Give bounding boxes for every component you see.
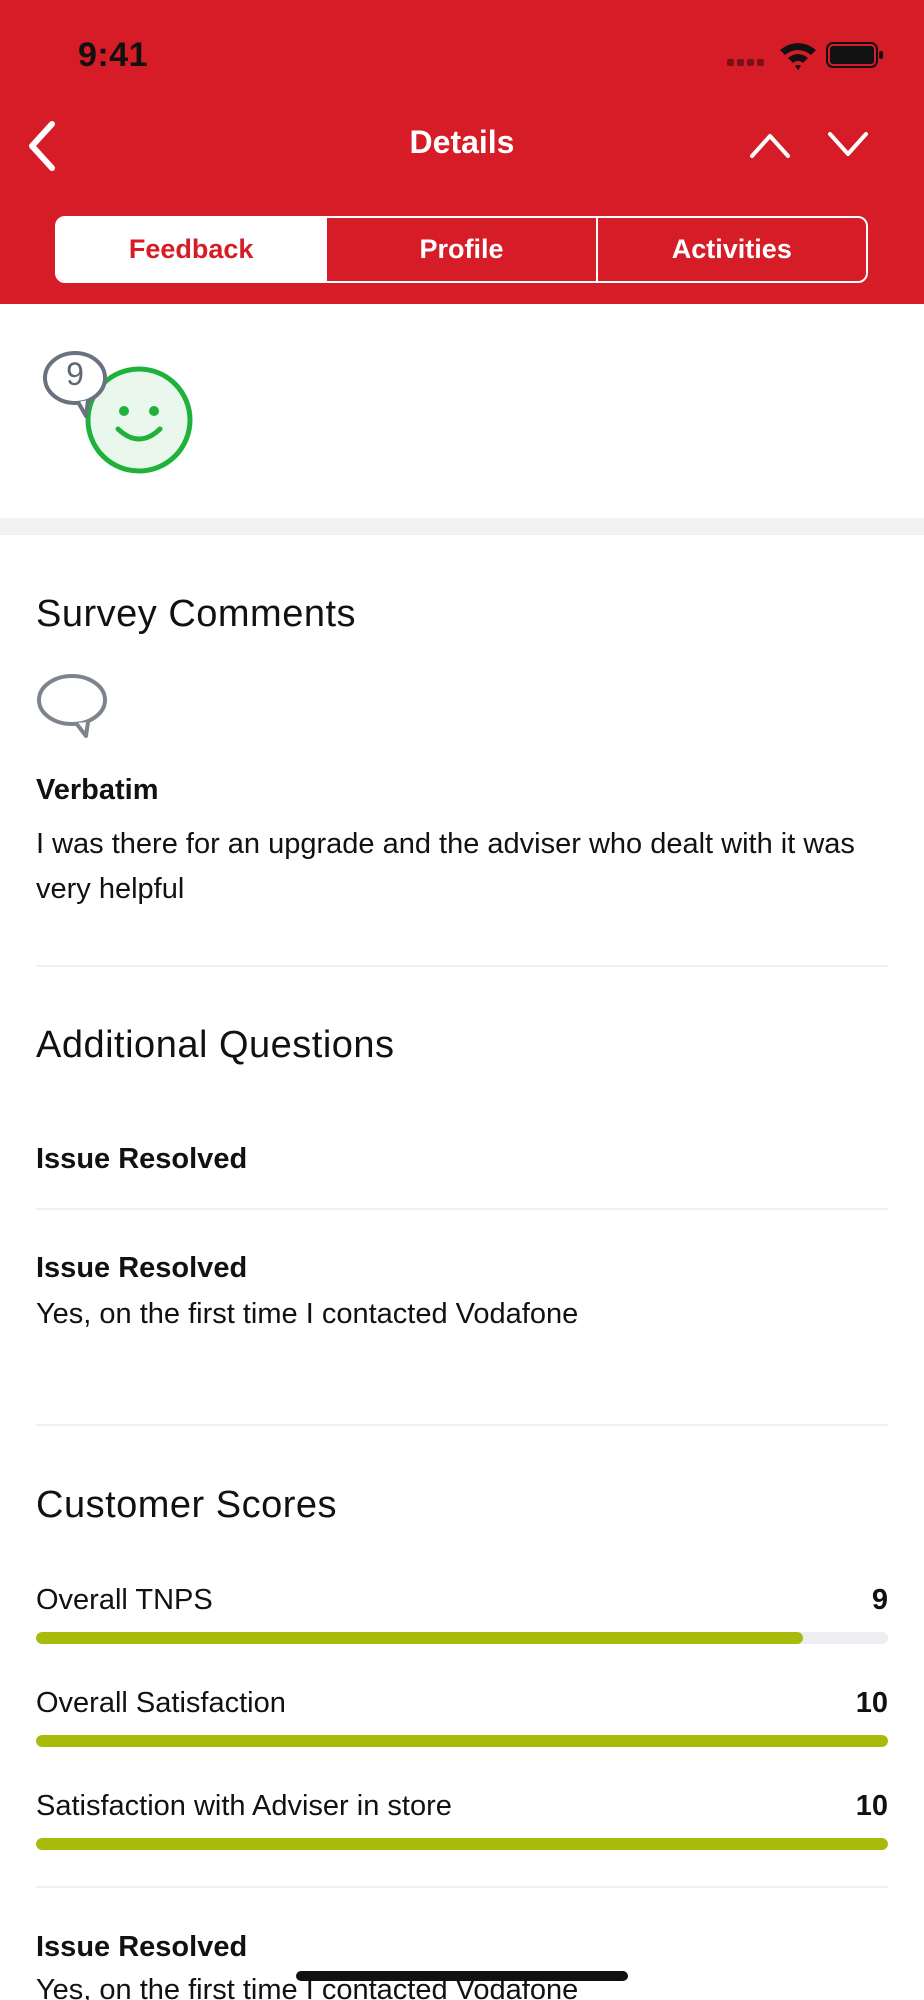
chevron-up-icon[interactable]: [748, 130, 792, 160]
divider: [36, 1208, 888, 1210]
segmented-control: Feedback Profile Activities: [55, 216, 868, 283]
score-row-value: 10: [855, 1790, 888, 1822]
tab-feedback[interactable]: Feedback: [57, 218, 326, 281]
score-bar-track: [36, 1735, 888, 1747]
tab-activities[interactable]: Activities: [595, 218, 866, 281]
score-row-label: Overall Satisfaction: [36, 1687, 286, 1719]
divider: [36, 1886, 888, 1888]
speech-bubble-icon: [37, 674, 107, 738]
chevron-down-icon[interactable]: [826, 130, 870, 160]
score-bar-fill: [36, 1632, 803, 1644]
score-row-label: Satisfaction with Adviser in store: [36, 1790, 452, 1822]
divider: [36, 965, 888, 967]
survey-comments-title: Survey Comments: [36, 593, 357, 635]
score-row-value: 10: [855, 1687, 888, 1719]
verbatim-text: I was there for an upgrade and the advis…: [36, 828, 855, 905]
question-label: Issue Resolved: [36, 1252, 248, 1284]
customer-scores-title: Customer Scores: [36, 1484, 338, 1526]
status-time: 9:41: [78, 36, 149, 74]
divider: [36, 1424, 888, 1426]
score-bar-fill: [36, 1735, 888, 1747]
score-value: 9: [66, 356, 84, 392]
score-bar-fill: [36, 1838, 888, 1850]
question-label: Issue Resolved: [36, 1931, 248, 1963]
section-divider: [0, 518, 924, 535]
home-indicator[interactable]: [296, 1971, 628, 1981]
score-row-label: Overall TNPS: [36, 1584, 213, 1616]
question-label: Issue Resolved: [36, 1143, 248, 1175]
battery-icon: [826, 42, 883, 68]
score-row-value: 9: [871, 1584, 888, 1616]
wifi-icon: [780, 43, 816, 70]
additional-questions-title: Additional Questions: [36, 1024, 395, 1066]
cellular-signal-icon: [727, 58, 771, 66]
score-bar-track: [36, 1632, 888, 1644]
verbatim-label: Verbatim: [36, 774, 159, 806]
tab-profile[interactable]: Profile: [325, 218, 595, 281]
score-bar-track: [36, 1838, 888, 1850]
question-answer: Yes, on the first time I contacted Vodaf…: [36, 1298, 579, 1330]
